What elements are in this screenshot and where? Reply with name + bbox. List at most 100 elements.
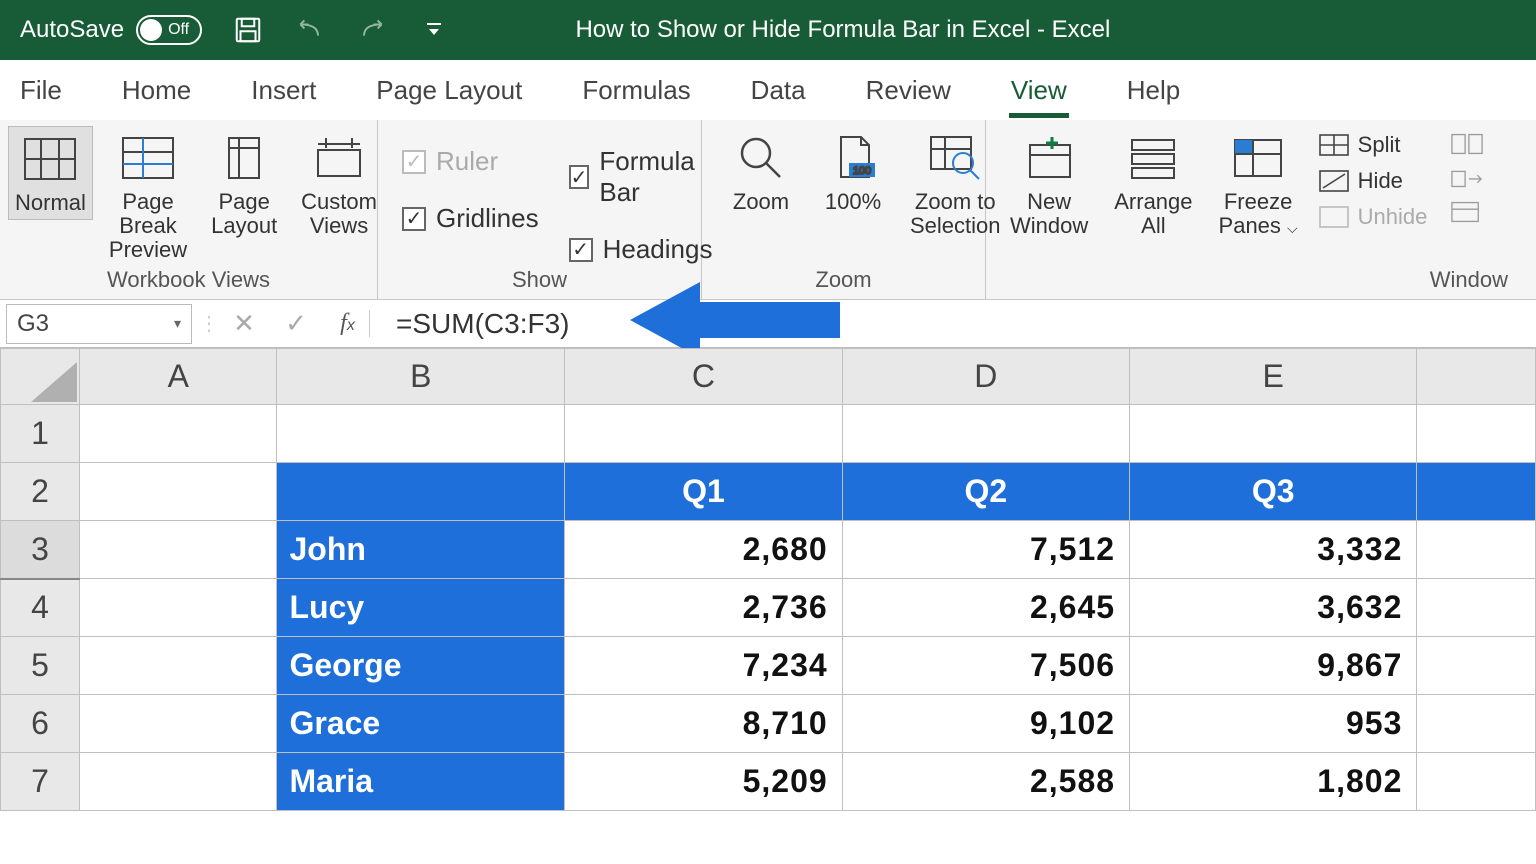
- fx-icon[interactable]: fx: [326, 310, 370, 337]
- row-header-4[interactable]: 4: [1, 579, 80, 637]
- table-cell[interactable]: 5,209: [565, 753, 843, 811]
- cell[interactable]: [1417, 579, 1536, 637]
- row-header-7[interactable]: 7: [1, 753, 80, 811]
- table-cell[interactable]: 953: [1130, 695, 1417, 753]
- side-by-side-icon[interactable]: [1451, 132, 1483, 156]
- table-cell[interactable]: 2,645: [842, 579, 1129, 637]
- table-cell[interactable]: 2,588: [842, 753, 1129, 811]
- page-layout-button[interactable]: Page Layout: [203, 126, 285, 242]
- freeze-panes-button[interactable]: * Freeze Panes ⌵: [1213, 126, 1304, 242]
- cell[interactable]: [80, 579, 277, 637]
- table-cell[interactable]: 8,710: [565, 695, 843, 753]
- arrange-all-button[interactable]: Arrange All: [1108, 126, 1198, 242]
- cell[interactable]: [80, 695, 277, 753]
- table-header-blank[interactable]: [277, 463, 565, 521]
- table-cell[interactable]: 9,102: [842, 695, 1129, 753]
- tab-review[interactable]: Review: [856, 67, 961, 114]
- table-cell[interactable]: 2,680: [565, 521, 843, 579]
- normal-view-button[interactable]: Normal: [8, 126, 93, 220]
- reset-window-icon[interactable]: [1451, 200, 1483, 224]
- table-header-q3[interactable]: Q3: [1130, 463, 1417, 521]
- spreadsheet-grid[interactable]: A B C D E 1 2 Q1 Q2 Q3 3 Jo: [0, 348, 1536, 864]
- table-cell[interactable]: 7,234: [565, 637, 843, 695]
- autosave-toggle[interactable]: AutoSave Off: [20, 15, 202, 45]
- table-cell[interactable]: 7,512: [842, 521, 1129, 579]
- enter-formula-button[interactable]: ✓: [274, 304, 318, 344]
- formula-bar-checkbox[interactable]: ✓ Formula Bar: [569, 146, 713, 208]
- cell[interactable]: [80, 637, 277, 695]
- new-window-button[interactable]: New Window: [1004, 126, 1094, 242]
- cell[interactable]: [1417, 521, 1536, 579]
- row-header-5[interactable]: 5: [1, 637, 80, 695]
- page-break-preview-button[interactable]: Page Break Preview: [103, 126, 193, 267]
- cell[interactable]: [1417, 463, 1536, 521]
- sync-scroll-icon[interactable]: [1451, 166, 1483, 190]
- table-cell[interactable]: 3,632: [1130, 579, 1417, 637]
- headings-checkbox[interactable]: ✓ Headings: [569, 234, 713, 265]
- row-header-2[interactable]: 2: [1, 463, 80, 521]
- cell[interactable]: [277, 405, 565, 463]
- row-header-6[interactable]: 6: [1, 695, 80, 753]
- table-cell[interactable]: 3,332: [1130, 521, 1417, 579]
- row-header-3[interactable]: 3: [1, 521, 80, 579]
- table-cell[interactable]: 7,506: [842, 637, 1129, 695]
- undo-icon[interactable]: [294, 14, 326, 46]
- tab-home[interactable]: Home: [112, 67, 201, 114]
- col-header-A[interactable]: A: [80, 349, 277, 405]
- table-cell[interactable]: 1,802: [1130, 753, 1417, 811]
- table-row-name[interactable]: John: [277, 521, 565, 579]
- table-row-name[interactable]: George: [277, 637, 565, 695]
- table-cell[interactable]: 2,736: [565, 579, 843, 637]
- hide-button[interactable]: Hide: [1318, 168, 1428, 194]
- tab-formulas[interactable]: Formulas: [572, 67, 700, 114]
- tab-help[interactable]: Help: [1117, 67, 1190, 114]
- zoom-100-button[interactable]: 100 100%: [812, 126, 894, 218]
- cell[interactable]: [1417, 637, 1536, 695]
- table-row-name[interactable]: Grace: [277, 695, 565, 753]
- chevron-down-icon[interactable]: ▾: [174, 315, 181, 332]
- document-title: How to Show or Hide Formula Bar in Excel…: [575, 16, 1110, 44]
- toggle-switch[interactable]: Off: [136, 15, 202, 45]
- cell[interactable]: [80, 405, 277, 463]
- table-header-q1[interactable]: Q1: [565, 463, 843, 521]
- cell[interactable]: [1417, 695, 1536, 753]
- cell[interactable]: [1130, 405, 1417, 463]
- split-button[interactable]: Split: [1318, 132, 1428, 158]
- cell[interactable]: [842, 405, 1129, 463]
- table-cell[interactable]: 9,867: [1130, 637, 1417, 695]
- name-box[interactable]: G3 ▾: [6, 304, 192, 344]
- cell[interactable]: [80, 463, 277, 521]
- row-header-1[interactable]: 1: [1, 405, 80, 463]
- cancel-formula-button[interactable]: ✕: [222, 304, 266, 344]
- tab-file[interactable]: File: [10, 67, 72, 114]
- save-icon[interactable]: [232, 14, 264, 46]
- col-header-C[interactable]: C: [565, 349, 843, 405]
- col-header-B[interactable]: B: [277, 349, 565, 405]
- select-all-corner[interactable]: [1, 349, 80, 405]
- cell[interactable]: [80, 521, 277, 579]
- zoom-button[interactable]: Zoom: [720, 126, 802, 218]
- redo-icon[interactable]: [356, 14, 388, 46]
- cell[interactable]: [1417, 405, 1536, 463]
- table-header-q2[interactable]: Q2: [842, 463, 1129, 521]
- zoom-selection-icon: [920, 130, 990, 186]
- tab-view[interactable]: View: [1001, 67, 1077, 114]
- cell[interactable]: [80, 753, 277, 811]
- cell[interactable]: [1417, 753, 1536, 811]
- table-row-name[interactable]: Lucy: [277, 579, 565, 637]
- table-row-name[interactable]: Maria: [277, 753, 565, 811]
- formula-input[interactable]: =SUM(C3:F3): [382, 308, 1530, 340]
- cell[interactable]: [565, 405, 843, 463]
- tab-page-layout[interactable]: Page Layout: [366, 67, 532, 114]
- cell-reference: G3: [17, 310, 49, 338]
- col-header-D[interactable]: D: [842, 349, 1129, 405]
- col-header-E[interactable]: E: [1130, 349, 1417, 405]
- gridlines-checkbox[interactable]: ✓ Gridlines: [402, 203, 539, 234]
- quick-access-toolbar: [232, 14, 450, 46]
- hide-icon: [1318, 169, 1350, 193]
- tab-insert[interactable]: Insert: [241, 67, 326, 114]
- tab-data[interactable]: Data: [741, 67, 816, 114]
- customize-qat-icon[interactable]: [418, 14, 450, 46]
- custom-views-button[interactable]: Custom Views: [295, 126, 383, 242]
- col-header-F[interactable]: [1417, 349, 1536, 405]
